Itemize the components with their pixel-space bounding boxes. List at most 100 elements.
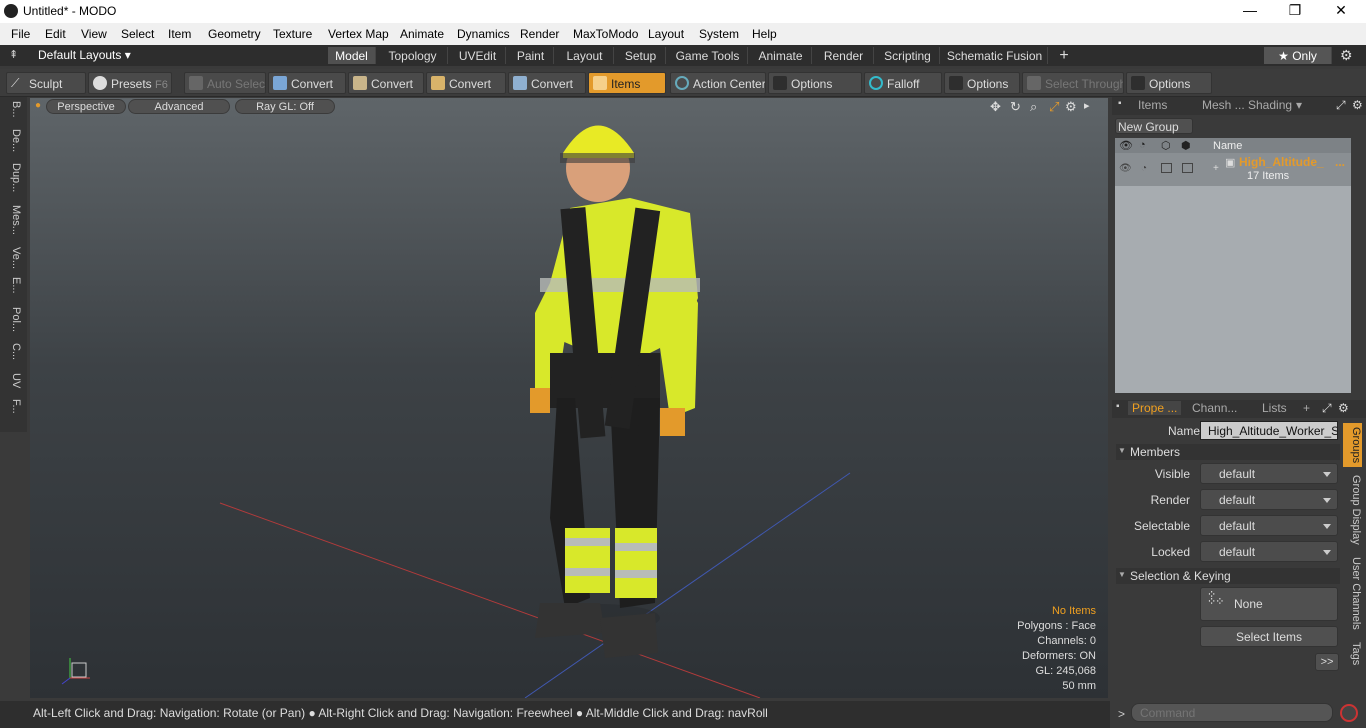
menu-geometry[interactable]: Geometry [208,27,261,41]
options-button-3[interactable]: Options [1126,72,1212,94]
left-tab-6[interactable]: Pol... [4,307,22,332]
tab-topology[interactable]: Topology [378,47,448,64]
left-tab-7[interactable]: C... [4,343,22,360]
left-tab-4[interactable]: Ve... [4,247,22,269]
falloff-button[interactable]: Falloff [864,72,942,94]
left-tab-2[interactable]: Dup... [4,163,22,192]
viewport-more-icon[interactable]: ▸ [1084,99,1090,112]
select-through-button[interactable]: Select Through [1022,72,1124,94]
tab-game-tools[interactable]: Game Tools [668,47,748,64]
left-tab-3[interactable]: Mes... [4,205,22,235]
tab-animate[interactable]: Animate [750,47,812,64]
side-tab-group-display[interactable]: Group Display [1343,475,1362,545]
command-input[interactable] [1131,703,1333,722]
close-button[interactable]: ✕ [1331,2,1351,19]
zoom-icon[interactable]: ⌕ [1030,99,1037,115]
tab-setup[interactable]: Setup [616,47,666,64]
collapse-triangle-icon[interactable]: ▼ [1118,446,1126,455]
row-select-box[interactable] [1161,163,1172,173]
add-tab-plus[interactable]: + [1303,401,1310,415]
viewport-menu-icon[interactable]: ● [35,100,41,111]
menu-system[interactable]: System [699,27,739,41]
side-tab-tags[interactable]: Tags [1343,639,1362,669]
expand-icon[interactable]: ⤢ [1336,98,1346,113]
rotate-icon[interactable]: ↻ [1010,99,1021,115]
row-lock-box[interactable] [1182,163,1193,173]
menu-file[interactable]: File [11,27,30,41]
tab-lists[interactable]: Lists [1262,401,1287,415]
expand-icon[interactable]: ⤢ [1322,401,1332,416]
auto-select-button[interactable]: Auto Select [184,72,266,94]
group-row[interactable]: 👁 ◔ + ▣ High_Altitude_ ... 17 Items [1115,153,1351,186]
menu-layout[interactable]: Layout [648,27,684,41]
menu-render[interactable]: Render [520,27,559,41]
layout-arrows-icon[interactable]: ⇞ [9,48,18,61]
render-icon[interactable]: ◔ [1139,139,1146,151]
perspective-button[interactable]: Perspective [46,99,126,114]
side-tab-user-channels[interactable]: User Channels [1343,555,1362,631]
side-tab-groups[interactable]: Groups [1343,423,1362,467]
maximize-button[interactable]: ❐ [1285,2,1305,19]
viewport-settings-icon[interactable]: ⚙ [1065,99,1077,115]
row-eye-icon[interactable]: 👁 [1119,163,1132,174]
locked-dropdown[interactable]: default [1200,541,1338,562]
tab-properties[interactable]: Prope ... [1128,401,1182,415]
more-button[interactable]: >> [1315,653,1339,671]
convert-button-3[interactable]: Convert [426,72,506,94]
none-button[interactable]: ⁘ ⁘⁘ None [1200,587,1338,621]
menu-help[interactable]: Help [752,27,777,41]
advanced-button[interactable]: Advanced [128,99,230,114]
options-button-2[interactable]: Options [944,72,1020,94]
selection-keying-section[interactable]: Selection & Keying [1116,568,1340,584]
render-dropdown[interactable]: default [1200,489,1338,510]
lock-icon[interactable]: ⬢ [1181,139,1191,152]
left-tab-8[interactable]: UV [4,373,22,388]
tab-mesh[interactable]: Mesh ... [1202,98,1245,112]
select-items-button[interactable]: Select Items [1200,626,1338,647]
tab-schematic-fusion[interactable]: Schematic Fusion [942,47,1048,64]
left-tab-9[interactable]: F... [4,399,22,414]
default-layouts-dropdown[interactable]: Default Layouts ▾ [38,48,131,62]
tab-paint[interactable]: Paint [508,47,554,64]
tab-items[interactable]: Items [1138,98,1167,112]
menu-view[interactable]: View [81,27,107,41]
tab-uvedit[interactable]: UVEdit [450,47,506,64]
new-group-button[interactable]: New Group [1115,118,1193,134]
tab-shading[interactable]: Shading [1248,98,1292,112]
raygl-button[interactable]: Ray GL: Off [235,99,335,114]
menu-maxtomodo[interactable]: MaxToModo [573,27,638,41]
collapse-triangle-icon[interactable]: ▼ [1118,570,1126,579]
fit-icon[interactable]: ⤢ [1049,99,1059,115]
action-center-button[interactable]: Action Center [670,72,766,94]
tab-scripting[interactable]: Scripting [876,47,940,64]
sculpt-button[interactable]: ⟋ Sculpt [6,72,86,94]
record-icon[interactable] [1340,704,1358,722]
panel-gear-icon[interactable]: ⚙ [1352,98,1363,112]
options-button-1[interactable]: Options [768,72,862,94]
items-button[interactable]: Items [588,72,666,94]
menu-edit[interactable]: Edit [45,27,66,41]
3d-viewport[interactable]: ● Perspective Advanced Ray GL: Off ✥ ↻ ⌕… [30,98,1108,698]
only-button[interactable]: ★ Only [1264,47,1332,64]
tab-dropdown-icon[interactable]: ▾ [1296,98,1302,112]
menu-texture[interactable]: Texture [273,27,312,41]
menu-select[interactable]: Select [121,27,154,41]
presets-button[interactable]: Presets F6 [88,72,172,94]
tab-model[interactable]: Model [328,47,376,64]
visibility-eye-icon[interactable]: 👁 [1119,139,1133,152]
tab-layout[interactable]: Layout [556,47,614,64]
select-icon[interactable]: ⬡ [1161,139,1171,152]
left-tab-5[interactable]: E... [4,277,22,294]
minimize-button[interactable]: — [1240,2,1260,18]
members-section[interactable]: Members [1116,444,1340,460]
convert-button-4[interactable]: Convert [508,72,586,94]
visible-dropdown[interactable]: default [1200,463,1338,484]
tab-render[interactable]: Render [814,47,874,64]
convert-button-2[interactable]: Convert [348,72,424,94]
convert-button-1[interactable]: Convert [268,72,346,94]
pan-icon[interactable]: ✥ [990,99,1001,115]
add-tab-button[interactable]: + [1050,45,1078,64]
name-field[interactable]: High_Altitude_Worker_Sta [1200,421,1338,440]
expand-plus-icon[interactable]: + [1213,163,1219,174]
menu-dynamics[interactable]: Dynamics [457,27,510,41]
